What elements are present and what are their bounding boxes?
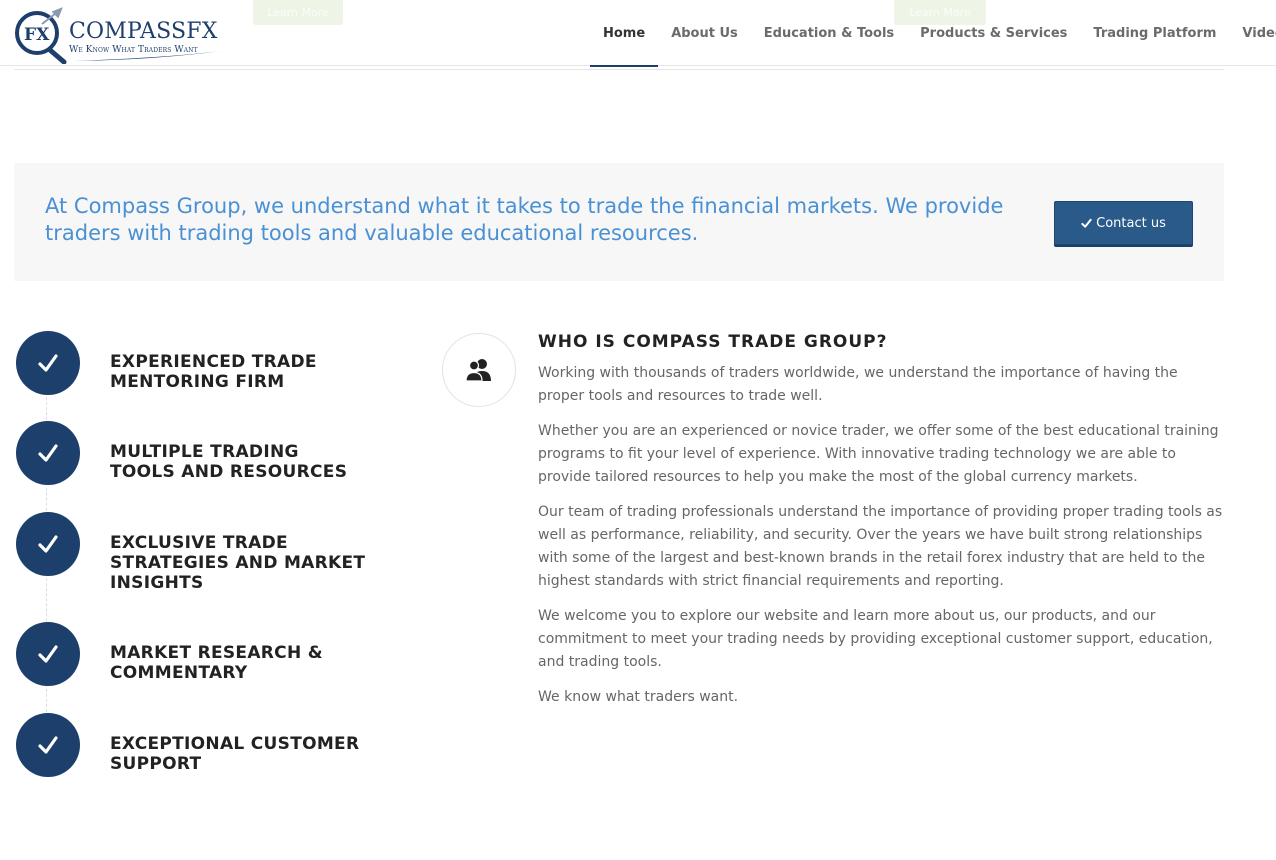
about-paragraph: Working with thousands of traders worldw… [538, 365, 1178, 404]
about-paragraph: We know what traders want. [538, 689, 739, 705]
about-paragraph: Whether you are an experienced or novice… [538, 423, 1219, 485]
about-body: Working with thousands of traders worldw… [538, 362, 1228, 721]
compassfx-logo[interactable]: FX CompassFX We Know What Traders Want [12, 6, 227, 64]
check-icon [38, 535, 58, 553]
nav-item-products-services[interactable]: Products & Services [907, 0, 1080, 66]
logo-swoosh-icon [74, 51, 222, 61]
feature-label: Exclusive Trade Strategies and Market In… [110, 533, 366, 593]
main-nav: Home About Us Education & Tools Products… [590, 0, 1276, 67]
feature-label: Exceptional Customer Support [110, 734, 360, 774]
feature-label: Market Research & Commentary [110, 643, 323, 683]
check-icon [38, 444, 58, 462]
about-icon-circle [442, 333, 516, 407]
site-header: FX CompassFX We Know What Traders Want L… [0, 0, 1276, 67]
check-icon [38, 645, 58, 663]
about-title: WHO IS COMPASS TRADE GROUP? [538, 332, 888, 352]
nav-item-about-us[interactable]: About Us [658, 0, 751, 66]
feature-item: Market Research & Commentary [16, 622, 376, 686]
check-icon [38, 736, 58, 754]
intro-banner: At Compass Group, we understand what it … [14, 163, 1224, 281]
check-icon [38, 354, 58, 372]
check-circle [16, 622, 80, 686]
learn-more-button[interactable]: Learn More [253, 0, 343, 25]
banner-text: At Compass Group, we understand what it … [45, 194, 1004, 245]
check-circle [16, 331, 80, 395]
check-circle [16, 512, 80, 576]
logo-name-part2: FX [186, 19, 218, 44]
logo-name: CompassFX [69, 19, 218, 44]
contact-us-label: Contact us [1096, 215, 1166, 231]
logo-name-part1: Compass [69, 19, 187, 44]
divider [14, 69, 1224, 70]
feature-item: Exceptional Customer Support [16, 713, 376, 777]
logo-mark-text: FX [24, 25, 50, 45]
nav-item-videos[interactable]: Videos [1229, 0, 1276, 66]
people-icon [465, 359, 491, 382]
about-paragraph: Our team of trading professionals unders… [538, 504, 1223, 589]
feature-label: Multiple Trading Tools and Resources [110, 442, 348, 482]
contact-us-button[interactable]: Contact us [1054, 201, 1193, 245]
feature-label: Experienced Trade Mentoring Firm [110, 352, 317, 392]
feature-item: Exclusive Trade Strategies and Market In… [16, 512, 376, 593]
check-circle [16, 713, 80, 777]
about-paragraph: We welcome you to explore our website an… [538, 608, 1213, 670]
nav-item-education-tools[interactable]: Education & Tools [751, 0, 907, 66]
nav-item-home[interactable]: Home [590, 0, 659, 67]
feature-item: Multiple Trading Tools and Resources [16, 421, 376, 485]
check-circle [16, 421, 80, 485]
feature-item: Experienced Trade Mentoring Firm [16, 331, 376, 395]
compass-logo-icon: FX [15, 7, 67, 64]
check-icon [1081, 218, 1092, 228]
nav-item-trading-platform[interactable]: Trading Platform [1080, 0, 1229, 66]
